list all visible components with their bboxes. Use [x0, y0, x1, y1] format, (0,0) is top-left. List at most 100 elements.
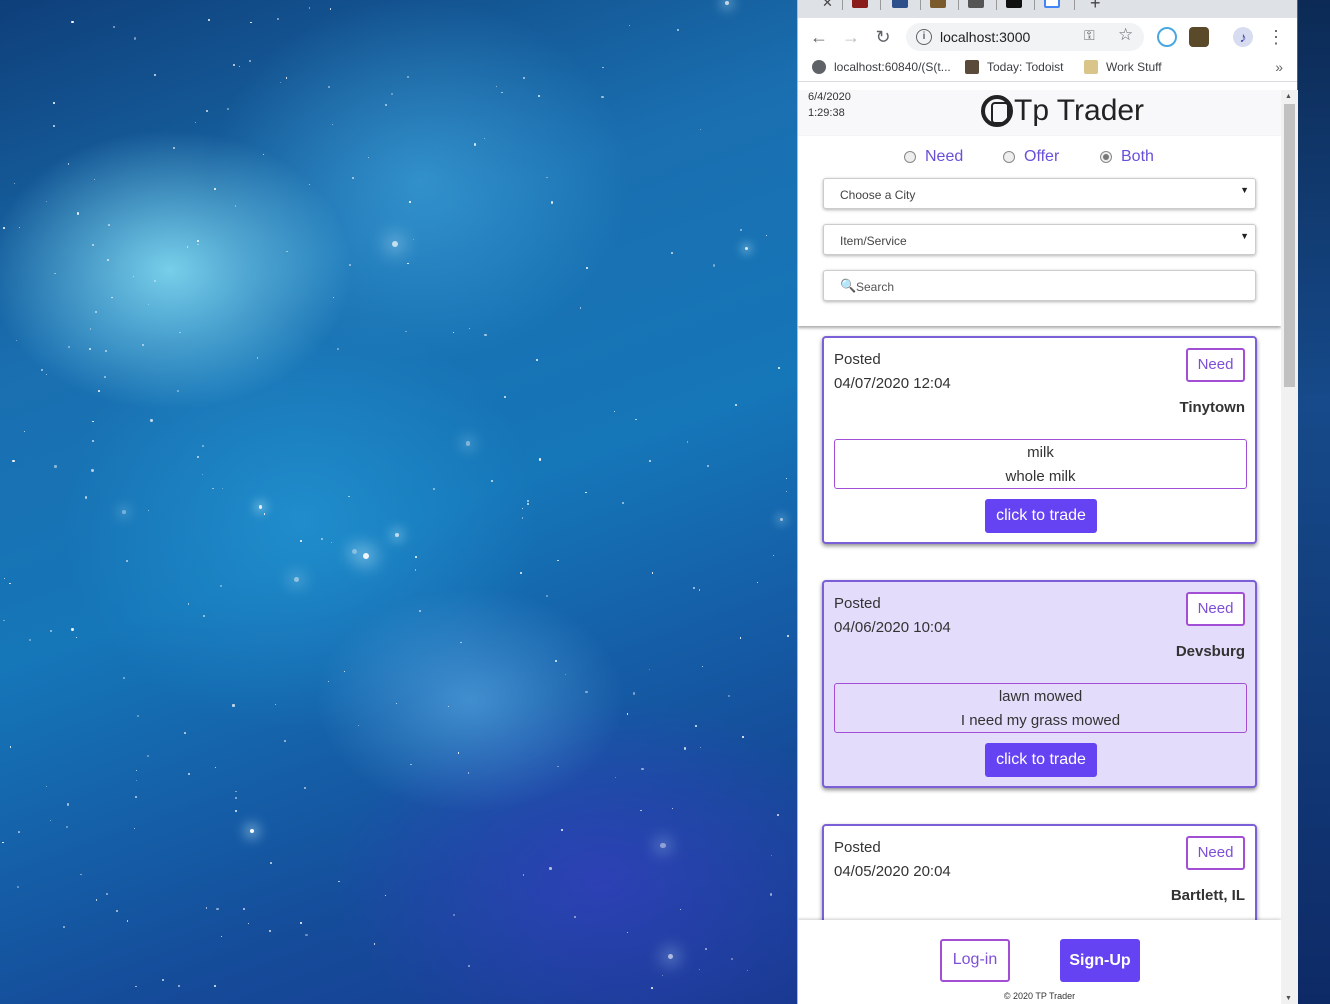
scroll-up-arrow-icon[interactable]: ▲: [1285, 93, 1292, 100]
star-speck: [343, 670, 346, 672]
new-tab-icon[interactable]: +: [1090, 0, 1101, 14]
post-type-badge[interactable]: Need: [1186, 348, 1245, 382]
star-speck: [71, 628, 74, 631]
star-speck: [104, 350, 107, 353]
tab-favicon-3[interactable]: [930, 0, 946, 8]
tab-favicon-google[interactable]: [1044, 0, 1060, 8]
back-icon[interactable]: ←: [808, 26, 830, 48]
star-speck: [385, 104, 388, 107]
star-speck: [373, 942, 376, 945]
star-speck: [201, 474, 203, 476]
radio-both[interactable]: Both: [1100, 148, 1154, 166]
star-speck: [65, 825, 69, 829]
page-scrollbar[interactable]: ▲ ▼: [1281, 90, 1298, 1004]
post-item-title: lawn mowed: [998, 688, 1083, 705]
star-speck: [765, 235, 768, 237]
tab-favicon-2[interactable]: [892, 0, 908, 8]
radio-need[interactable]: Need: [904, 148, 963, 166]
menu-icon[interactable]: ⋮: [1265, 26, 1287, 48]
login-button[interactable]: Log-in: [940, 939, 1010, 982]
radio-offer[interactable]: Offer: [1003, 148, 1059, 166]
star-speck: [211, 487, 214, 490]
star-speck: [232, 704, 235, 707]
scroll-thumb[interactable]: [1284, 104, 1295, 387]
app-logo[interactable]: Tp Trader: [981, 94, 1144, 128]
bookmark-localhost[interactable]: localhost:60840/(S(t...: [812, 60, 951, 74]
star-speck: [66, 803, 69, 806]
reload-icon[interactable]: ↻: [872, 26, 894, 48]
info-icon[interactable]: i: [916, 29, 932, 45]
star-speck: [391, 240, 399, 247]
star-speck: [184, 732, 186, 734]
radio-both-dot[interactable]: [1100, 151, 1112, 163]
bookmark-star-icon[interactable]: ☆: [1118, 25, 1133, 45]
item-service-select[interactable]: Item/Service ▼: [823, 224, 1256, 255]
bookmarks-more-icon[interactable]: »: [1275, 59, 1283, 75]
star-speck: [649, 460, 651, 462]
star-speck: [76, 212, 80, 215]
star-speck: [135, 779, 137, 782]
star-speck: [739, 228, 742, 231]
profile-avatar[interactable]: ♪: [1233, 27, 1253, 47]
bookmark-todoist[interactable]: Today: Todoist: [965, 60, 1064, 74]
star-speck: [522, 873, 525, 876]
star-speck: [214, 766, 217, 768]
star-speck: [787, 635, 789, 637]
star-speck: [67, 163, 70, 165]
star-speck: [408, 201, 411, 203]
toilet-paper-icon: [981, 95, 1013, 127]
post-type-badge[interactable]: Need: [1186, 592, 1245, 626]
post-item-box: milk whole milk: [834, 439, 1247, 489]
star-speck: [550, 201, 554, 204]
key-icon[interactable]: ⚿: [1084, 27, 1095, 44]
star-speck: [699, 968, 701, 970]
tab-favicon-4[interactable]: [968, 0, 984, 8]
star-speck: [395, 702, 398, 705]
scroll-down-arrow-icon[interactable]: ▼: [1285, 995, 1292, 1002]
radio-need-dot[interactable]: [904, 151, 916, 163]
star-speck: [121, 509, 126, 514]
star-speck: [785, 477, 788, 480]
star-speck: [147, 509, 150, 512]
star-speck: [742, 736, 745, 739]
star-speck: [406, 76, 409, 78]
click-to-trade-button[interactable]: click to trade: [985, 499, 1097, 533]
search-input[interactable]: 🔍 Search: [823, 270, 1256, 301]
app-title: Tp Trader: [1014, 94, 1145, 127]
desktop-background-right: [1298, 0, 1330, 1004]
star-speck: [329, 8, 332, 11]
post-type-badge[interactable]: Need: [1186, 836, 1245, 870]
radio-offer-dot[interactable]: [1003, 151, 1015, 163]
star-speck: [490, 479, 494, 483]
star-speck: [141, 344, 145, 347]
bookmark-work-stuff[interactable]: Work Stuff: [1084, 60, 1162, 74]
star-speck: [98, 390, 101, 393]
star-speck: [331, 123, 334, 126]
tab-close-icon[interactable]: ✕: [822, 0, 833, 11]
tab-favicon-1[interactable]: [852, 0, 868, 8]
star-speck: [54, 272, 57, 275]
star-speck: [54, 465, 57, 468]
extension-icon-2[interactable]: [1189, 27, 1209, 47]
star-speck: [214, 985, 216, 987]
star-speck: [554, 660, 557, 663]
star-speck: [111, 297, 113, 299]
extension-icon-1[interactable]: [1157, 27, 1177, 47]
address-bar[interactable]: i localhost:3000 ⚿ ☆: [906, 23, 1144, 51]
star-speck: [546, 176, 548, 178]
star-speck: [286, 250, 288, 252]
city-select[interactable]: Choose a City ▼: [823, 178, 1256, 209]
star-speck: [527, 499, 530, 502]
click-to-trade-button[interactable]: click to trade: [985, 743, 1097, 777]
star-speck: [80, 873, 82, 876]
star-speck: [186, 246, 189, 249]
star-speck: [135, 985, 137, 988]
star-speck: [651, 572, 654, 574]
tab-favicon-5[interactable]: [1006, 0, 1022, 8]
star-speck: [632, 692, 635, 695]
star-speck: [205, 907, 208, 909]
star-speck: [16, 886, 19, 889]
post-city: Bartlett, IL: [1170, 887, 1245, 904]
signup-button[interactable]: Sign-Up: [1060, 939, 1140, 982]
forward-icon[interactable]: →: [840, 26, 862, 48]
